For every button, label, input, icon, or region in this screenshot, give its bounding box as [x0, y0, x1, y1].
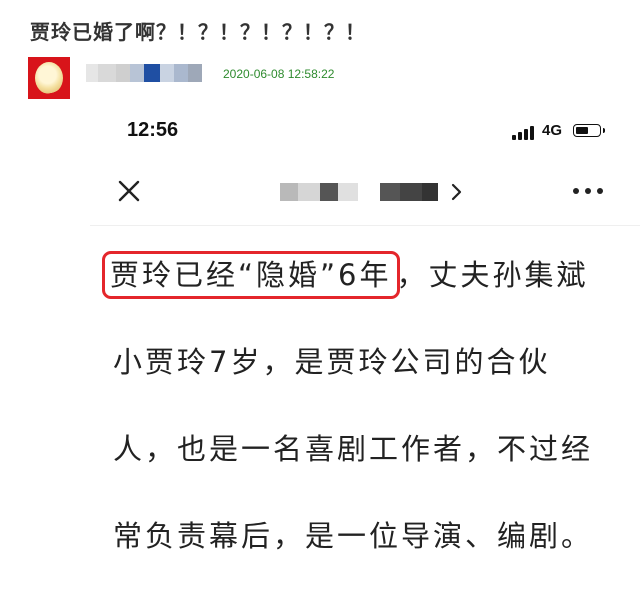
account-name-pixelated[interactable]: [280, 183, 438, 201]
network-type: 4G: [542, 122, 563, 139]
article-body: 贾玲已经“隐婚”6年 ，丈夫孙集斌 小贾玲7岁，是贾玲公司的合伙 人，也是一名喜剧…: [102, 232, 618, 580]
more-dots-icon[interactable]: [572, 187, 604, 195]
post-title: 贾玲已婚了啊？！？！？！？！？！: [30, 20, 366, 44]
status-time: 12:56: [127, 119, 179, 141]
battery-icon: [573, 124, 605, 137]
avatar-image: [35, 62, 63, 94]
article-line-4: 常负责幕后，是一位导演、编剧。: [113, 519, 594, 553]
phone-screenshot: 12:56 4G 贾玲已经“隐婚”6年 ，丈夫孙集斌 小贾玲7岁，是贾玲公司的合伙…: [90, 110, 640, 603]
article-line-3: 人，也是一名喜剧工作者，不过经: [113, 432, 594, 466]
close-icon[interactable]: [116, 178, 142, 204]
post-timestamp: 2020-06-08 12:58:22: [223, 67, 335, 81]
article-line-1-rest: ，丈夫孙集斌: [396, 258, 589, 292]
article-line-1: 贾玲已经“隐婚”6年 ，丈夫孙集斌: [102, 232, 618, 319]
nav-divider: [90, 225, 640, 226]
article-line-2: 小贾玲7岁，是贾玲公司的合伙: [113, 345, 551, 379]
highlighted-phrase: 贾玲已经“隐婚”6年: [102, 251, 400, 299]
battery-level: [576, 127, 588, 134]
username-pixelated[interactable]: [86, 64, 202, 82]
cellular-signal-icon: [512, 126, 534, 140]
avatar[interactable]: [28, 57, 70, 99]
chevron-right-icon[interactable]: [450, 182, 464, 202]
